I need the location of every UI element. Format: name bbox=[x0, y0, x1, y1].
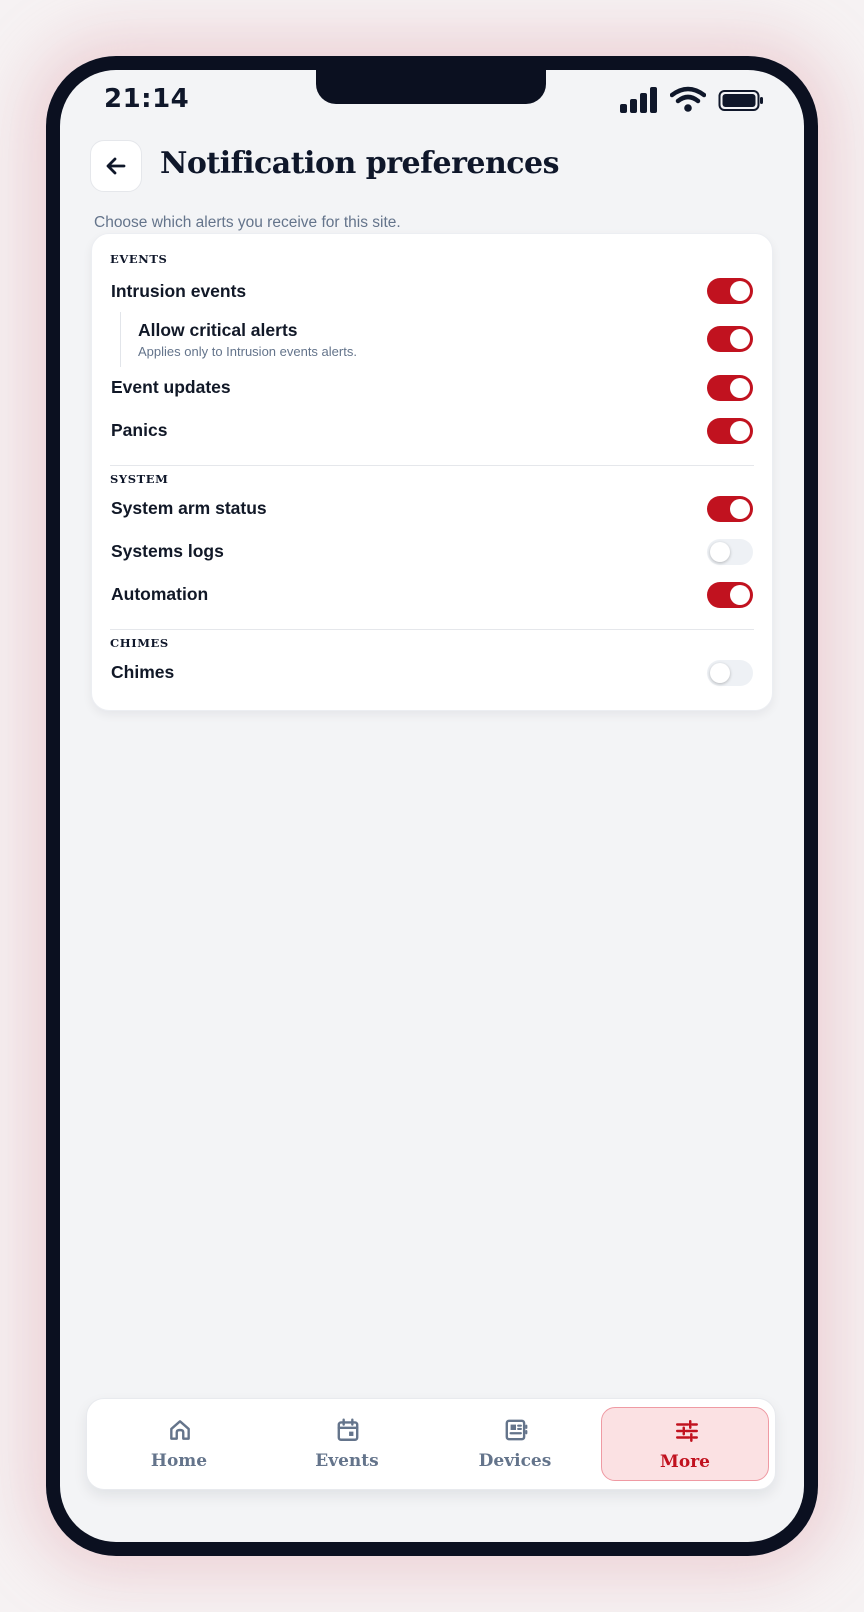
automation-label: Automation bbox=[111, 584, 209, 604]
system-arm-status-toggle[interactable] bbox=[707, 496, 753, 522]
screen: 21:14 Notification preferences Choose wh… bbox=[60, 70, 804, 1542]
home-icon bbox=[170, 1420, 190, 1440]
panics-label: Panics bbox=[111, 420, 168, 440]
calendar-icon bbox=[337, 1418, 359, 1441]
tab-more[interactable]: More bbox=[601, 1407, 769, 1481]
page-subtitle: Choose which alerts you receive for this… bbox=[94, 214, 401, 231]
chimes-toggle[interactable] bbox=[707, 660, 753, 686]
intrusion-events-toggle[interactable] bbox=[707, 278, 753, 304]
page-title: Notification preferences bbox=[160, 146, 560, 181]
automation-toggle[interactable] bbox=[707, 582, 753, 608]
tab-bar: Home Events Devices More bbox=[86, 1398, 776, 1490]
tab-devices-label: Devices bbox=[478, 1451, 552, 1471]
event-updates-label: Event updates bbox=[111, 377, 231, 397]
wifi-icon bbox=[670, 86, 706, 112]
system-arm-status-label: System arm status bbox=[111, 498, 267, 518]
intrusion-events-label: Intrusion events bbox=[111, 281, 247, 301]
chimes-label: Chimes bbox=[111, 662, 175, 682]
notch bbox=[316, 70, 546, 104]
arrow-left-icon bbox=[106, 157, 126, 175]
phone-frame: 21:14 Notification preferences Choose wh… bbox=[46, 56, 818, 1556]
systems-logs-toggle[interactable] bbox=[707, 539, 753, 565]
allow-critical-alerts-toggle[interactable] bbox=[707, 326, 753, 352]
tab-devices[interactable]: Devices bbox=[431, 1407, 599, 1481]
sliders-icon bbox=[676, 1420, 698, 1442]
allow-critical-alerts-description: Applies only to Intrusion events alerts. bbox=[138, 344, 357, 359]
section-label-system: SYSTEM bbox=[110, 472, 169, 486]
tab-events[interactable]: Events bbox=[263, 1407, 431, 1481]
tab-home[interactable]: Home bbox=[95, 1407, 263, 1481]
tab-more-label: More bbox=[660, 1452, 710, 1472]
devices-icon bbox=[505, 1419, 528, 1441]
section-label-events: EVENTS bbox=[110, 252, 168, 266]
preferences-card: EVENTS Intrusion events Allow critical a… bbox=[91, 233, 773, 711]
tab-home-label: Home bbox=[150, 1451, 208, 1471]
status-time: 21:14 bbox=[104, 84, 190, 114]
panics-toggle[interactable] bbox=[707, 418, 753, 444]
indent-line bbox=[120, 312, 121, 367]
divider bbox=[110, 629, 754, 630]
systems-logs-label: Systems logs bbox=[111, 541, 224, 561]
signal-icon bbox=[620, 87, 657, 113]
back-button[interactable] bbox=[90, 140, 142, 192]
section-label-chimes: CHIMES bbox=[110, 636, 169, 650]
allow-critical-alerts-label: Allow critical alerts bbox=[138, 320, 298, 340]
battery-icon bbox=[718, 90, 763, 111]
divider bbox=[110, 465, 754, 466]
event-updates-toggle[interactable] bbox=[707, 375, 753, 401]
tab-events-label: Events bbox=[315, 1451, 379, 1471]
